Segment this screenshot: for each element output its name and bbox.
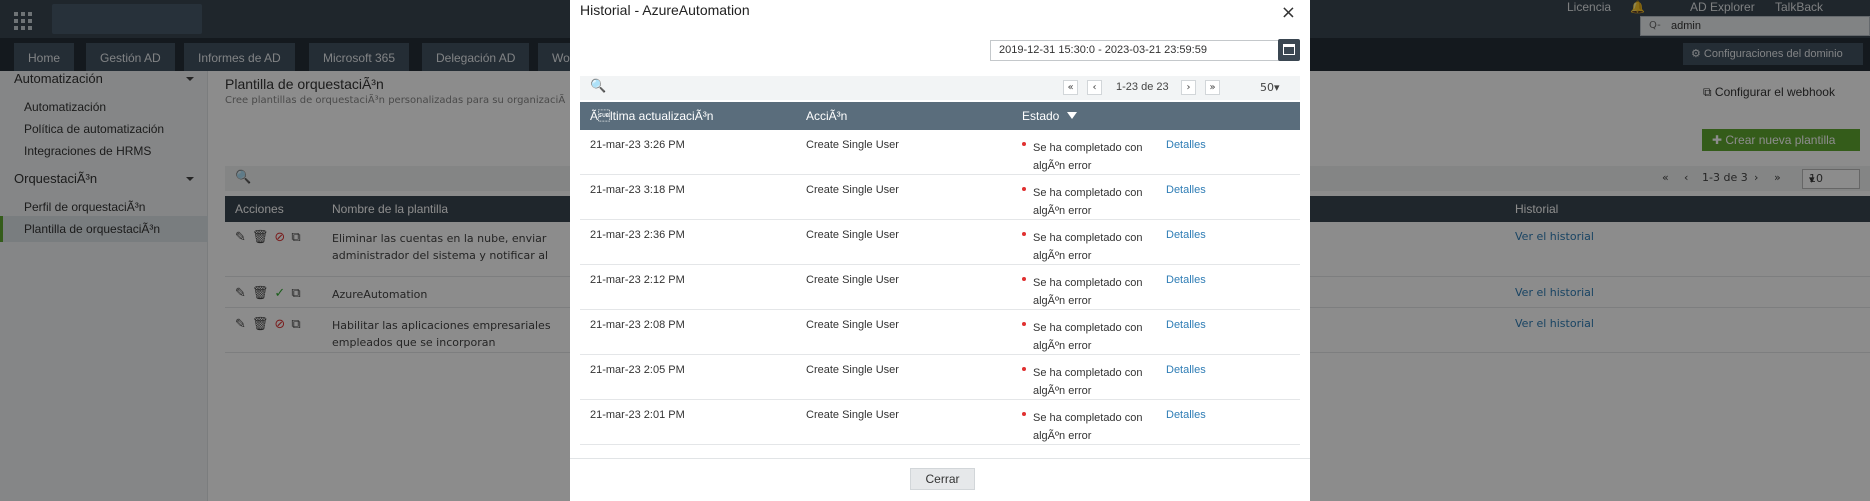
history-modal: Historial - AzureAutomation × 2019-12-31… [570, 0, 1310, 501]
history-row: 21-mar-23 2:01 PM Create Single User Se ha… [580, 400, 1300, 445]
row-status: Se ha completado con algÃºn error [1033, 187, 1143, 217]
col-last-update[interactable]: Ãltima actualizaciÃ³n [590, 109, 713, 123]
row-date: 21-mar-23 2:36 PM [590, 229, 685, 241]
row-status: Se ha completado con algÃºn error [1033, 142, 1143, 172]
history-row: 21-mar-23 2:08 PM Create Single User Se ha… [580, 310, 1300, 355]
history-row: 21-mar-23 2:12 PM Create Single User Se ha… [580, 265, 1300, 310]
row-action: Create Single User [806, 139, 899, 151]
error-status-dot-icon [1022, 232, 1026, 236]
row-status: Se ha completado con algÃºn error [1033, 367, 1143, 397]
history-row: 21-mar-23 2:05 PM Create Single User Se ha… [580, 355, 1300, 400]
details-link[interactable]: Detalles [1166, 229, 1206, 241]
close-button[interactable]: Cerrar [910, 468, 975, 490]
row-status: Se ha completado con algÃºn error [1033, 322, 1143, 352]
row-action: Create Single User [806, 364, 899, 376]
details-link[interactable]: Detalles [1166, 409, 1206, 421]
row-date: 21-mar-23 3:18 PM [590, 184, 685, 196]
details-link[interactable]: Detalles [1166, 274, 1206, 286]
error-status-dot-icon [1022, 367, 1026, 371]
row-date: 21-mar-23 3:26 PM [590, 139, 685, 151]
error-status-dot-icon [1022, 187, 1026, 191]
row-date: 21-mar-23 2:05 PM [590, 364, 685, 376]
details-link[interactable]: Detalles [1166, 319, 1206, 331]
filter-icon[interactable] [1067, 112, 1078, 119]
page-size-select[interactable]: 50▾ [1260, 81, 1280, 94]
row-date: 21-mar-23 2:12 PM [590, 274, 685, 286]
history-table-body: 21-mar-23 3:26 PM Create Single User Se ha… [580, 130, 1300, 446]
details-link[interactable]: Detalles [1166, 139, 1206, 151]
error-status-dot-icon [1022, 412, 1026, 416]
row-date: 21-mar-23 2:08 PM [590, 319, 685, 331]
modal-footer: Cerrar [570, 458, 1310, 501]
next-page-icon[interactable]: › [1181, 80, 1196, 95]
prev-page-icon[interactable]: ‹ [1087, 80, 1102, 95]
history-row: 21-mar-23 3:26 PM Create Single User Se ha… [580, 130, 1300, 175]
row-date: 21-mar-23 2:01 PM [590, 409, 685, 421]
error-status-dot-icon [1022, 277, 1026, 281]
search-icon[interactable]: 🔍 [590, 79, 606, 94]
close-icon[interactable]: × [1281, 2, 1296, 23]
row-action: Create Single User [806, 184, 899, 196]
history-row: 21-mar-23 2:36 PM Create Single User Se ha… [580, 220, 1300, 265]
pager-text: 1-23 de 23 [1116, 81, 1169, 93]
modal-title: Historial - AzureAutomation [580, 2, 750, 18]
row-action: Create Single User [806, 319, 899, 331]
row-status: Se ha completado con algÃºn error [1033, 277, 1143, 307]
details-link[interactable]: Detalles [1166, 364, 1206, 376]
last-page-icon[interactable]: » [1205, 80, 1220, 95]
history-row: 21-mar-23 3:18 PM Create Single User Se ha… [580, 175, 1300, 220]
calendar-icon[interactable] [1278, 39, 1300, 61]
first-page-icon[interactable]: « [1063, 80, 1078, 95]
row-status: Se ha completado con algÃºn error [1033, 232, 1143, 262]
history-table-header: Ãltima actualizaciÃ³n AcciÃ³n Estado [580, 102, 1300, 130]
history-toolbar: 🔍 « ‹ 1-23 de 23 › » 50▾ [580, 76, 1300, 100]
row-action: Create Single User [806, 274, 899, 286]
row-action: Create Single User [806, 229, 899, 241]
date-range-field[interactable]: 2019-12-31 15:30:0 - 2023-03-21 23:59:59 [990, 40, 1280, 61]
row-action: Create Single User [806, 409, 899, 421]
col-status[interactable]: Estado [1022, 109, 1078, 123]
error-status-dot-icon [1022, 322, 1026, 326]
details-link[interactable]: Detalles [1166, 184, 1206, 196]
row-status: Se ha completado con algÃºn error [1033, 412, 1143, 442]
col-action[interactable]: AcciÃ³n [806, 109, 847, 123]
error-status-dot-icon [1022, 142, 1026, 146]
